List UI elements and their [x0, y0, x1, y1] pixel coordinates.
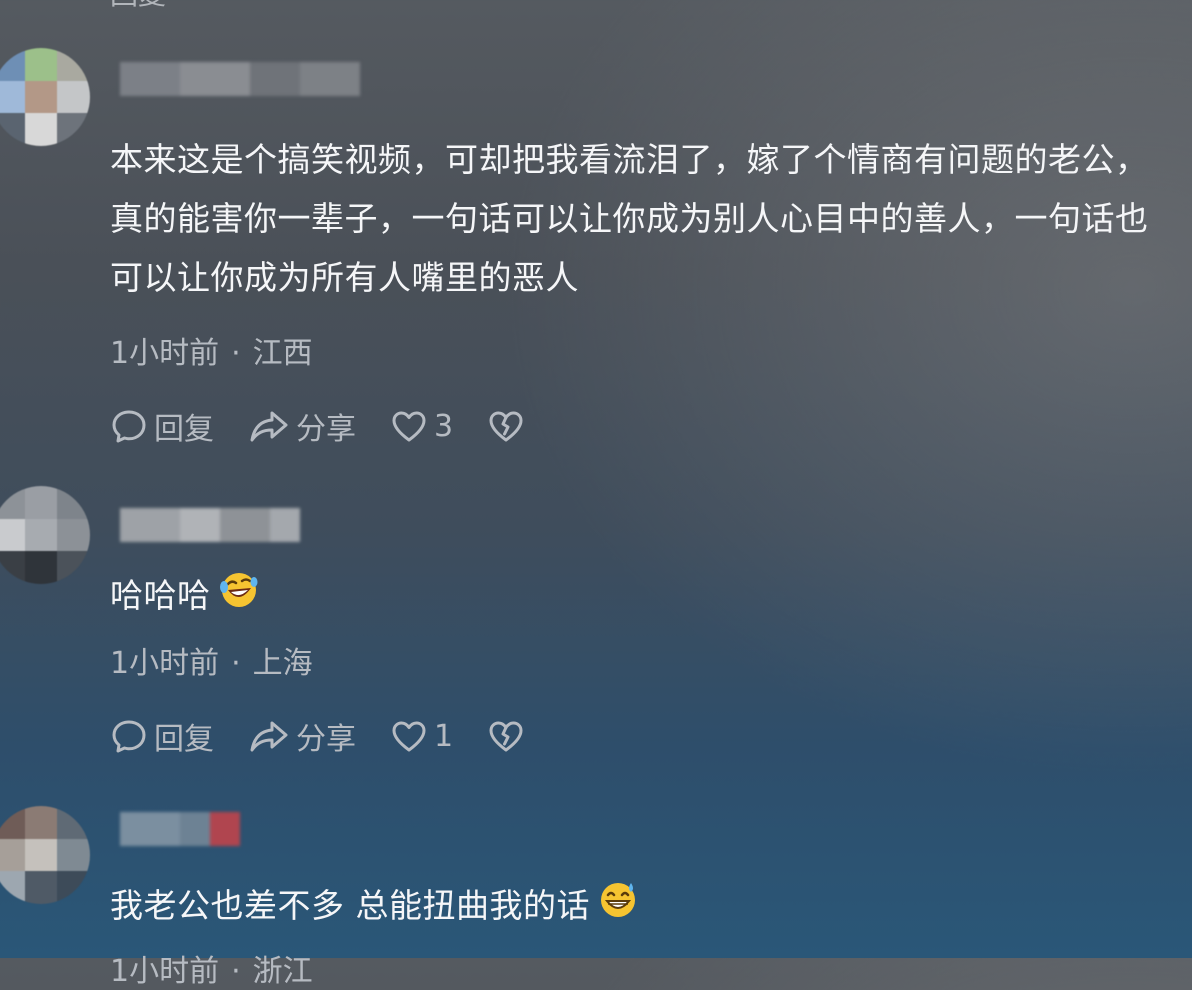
avatar[interactable]	[0, 806, 90, 904]
username-blurred[interactable]	[120, 508, 300, 542]
share-label: 分享	[296, 412, 356, 447]
rolling-laughing-emoji	[219, 568, 259, 627]
grinning-sweat-emoji	[598, 878, 638, 937]
comment-meta: 1小时前 · 浙江	[110, 946, 313, 990]
comment-text: 本来这是个搞笑视频，可却把我看流泪了，嫁了个情商有问题的老公，真的能害你一辈子，…	[110, 140, 1149, 297]
avatar[interactable]	[0, 48, 90, 146]
dislike-button[interactable]	[487, 717, 531, 755]
comment-time: 1小时前	[110, 954, 220, 989]
previous-comment-actions: 回复	[110, 0, 166, 11]
comment-bubble-icon	[110, 407, 154, 445]
share-arrow-icon	[248, 407, 296, 445]
broken-heart-icon	[487, 407, 531, 445]
comment-time: 1小时前	[110, 646, 220, 681]
reply-label: 回复	[154, 722, 214, 757]
username-blurred[interactable]	[120, 62, 360, 96]
comment-actions: 回复 分享 3	[110, 404, 565, 448]
meta-separator: ·	[231, 954, 241, 989]
share-label: 分享	[296, 722, 356, 757]
broken-heart-icon	[487, 717, 531, 755]
like-count: 3	[434, 408, 454, 444]
like-button[interactable]: 1	[390, 717, 453, 755]
comment-actions: 回复 分享 1	[110, 714, 565, 758]
heart-icon	[390, 717, 434, 755]
dislike-button[interactable]	[487, 407, 531, 445]
meta-separator: ·	[231, 336, 241, 371]
reply-button[interactable]: 回复	[110, 714, 214, 758]
comment-meta: 1小时前 · 江西	[110, 328, 313, 372]
share-button[interactable]: 分享	[248, 714, 356, 758]
comment-location: 上海	[252, 646, 313, 681]
comment-text-content: 哈哈哈	[110, 576, 211, 615]
like-button[interactable]: 3	[390, 407, 453, 445]
comment-location: 江西	[252, 336, 313, 371]
username-blurred[interactable]	[120, 812, 240, 846]
comment-location: 浙江	[252, 954, 313, 989]
reply-label: 回复	[154, 412, 214, 447]
comment-text: 哈哈哈	[110, 566, 1180, 627]
meta-separator: ·	[231, 646, 241, 681]
share-button[interactable]: 分享	[248, 404, 356, 448]
share-arrow-icon	[248, 717, 296, 755]
comment-text: 我老公也差不多 总能扭曲我的话	[110, 876, 1180, 937]
comment-bubble-icon	[110, 717, 154, 755]
comment-meta: 1小时前 · 上海	[110, 638, 313, 682]
reply-button[interactable]: 回复	[110, 404, 214, 448]
avatar[interactable]	[0, 486, 90, 584]
comment-time: 1小时前	[110, 336, 220, 371]
reply-label[interactable]: 回复	[110, 0, 166, 13]
heart-icon	[390, 407, 434, 445]
comment-text-content: 我老公也差不多 总能扭曲我的话	[110, 886, 590, 925]
like-count: 1	[434, 718, 454, 754]
